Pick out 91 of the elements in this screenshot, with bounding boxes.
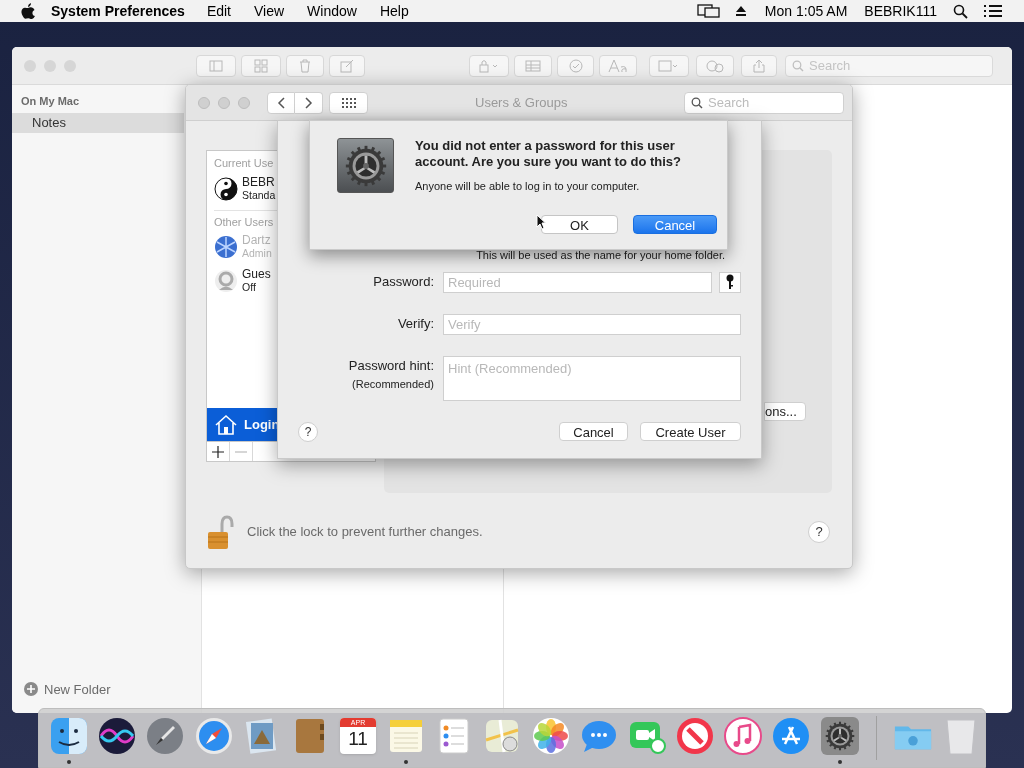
alert-message: Anyone will be able to log in to your computer. (415, 179, 641, 194)
menu-clock[interactable]: Mon 1:05 AM (764, 0, 848, 22)
alert-button[interactable]: OK (541, 214, 618, 234)
show-all-button[interactable] (329, 91, 368, 114)
list-section-header: Current Use (214, 156, 275, 171)
alert-button[interactable]: Cancel (633, 214, 717, 234)
lock-button[interactable] (469, 54, 509, 77)
image-icon (658, 58, 680, 73)
trash-icon (299, 58, 311, 73)
house-icon (214, 412, 238, 437)
key-icon (726, 274, 734, 290)
open-padlock-icon (206, 515, 234, 551)
lock-status-text: Click the lock to prevent further changes. (247, 523, 483, 542)
chevron-left-icon (277, 96, 285, 109)
share-icon (753, 58, 765, 73)
lock-button[interactable] (206, 513, 234, 551)
menu-item[interactable]: View (254, 0, 285, 22)
share-button[interactable] (741, 54, 777, 77)
delete-button[interactable] (286, 54, 324, 77)
user-name[interactable]: BEBRIK111 (864, 0, 937, 22)
window-control-icon[interactable] (238, 96, 250, 109)
search-icon (691, 96, 703, 109)
sidebar-section-header: On My Mac (21, 94, 81, 109)
collaborate-button[interactable] (696, 54, 734, 77)
window-control-icon[interactable] (198, 96, 210, 109)
people-icon (705, 58, 725, 73)
menu-item[interactable]: System Preferences (51, 0, 185, 22)
media-button[interactable] (649, 54, 689, 77)
app-store-icon[interactable] (771, 716, 812, 756)
sidebar-toggle-button[interactable] (196, 54, 236, 77)
user-name: BEBR (242, 175, 276, 189)
orb-icon[interactable] (97, 716, 138, 756)
sheet-button[interactable]: Cancel (559, 422, 628, 441)
plus-icon (212, 445, 224, 458)
compass-icon[interactable] (193, 716, 234, 756)
search-icon[interactable] (953, 3, 968, 19)
user-role: Admin (242, 247, 272, 260)
display-mirroring-icon[interactable] (696, 3, 721, 19)
field-label: Password hint: (348, 356, 434, 375)
options-button[interactable]: ons... (764, 402, 806, 421)
menu-item[interactable]: Edit (206, 0, 231, 22)
user-name: Gues (242, 268, 271, 281)
calendar-day: 11 (348, 727, 368, 751)
password-assistant-button[interactable] (719, 271, 741, 293)
flower-icon[interactable] (530, 716, 571, 756)
music-note-icon[interactable] (723, 716, 764, 756)
list-icon[interactable] (984, 4, 1002, 18)
sidebar-icon (209, 59, 223, 72)
person-silhouette-icon (214, 269, 238, 293)
help-button[interactable]: ? (808, 521, 830, 543)
field-sublabel: (Recommended) (352, 376, 434, 392)
smiling-face-icon[interactable] (49, 716, 90, 756)
plus-icon (24, 682, 38, 697)
compose-button[interactable] (329, 54, 365, 77)
forward-button[interactable] (295, 91, 323, 114)
gallery-view-button[interactable] (241, 54, 281, 77)
table-icon (525, 59, 541, 72)
user-role: Standa (242, 188, 276, 202)
mouse-pointer-icon (536, 214, 546, 230)
news-icon[interactable] (675, 716, 716, 756)
compose-icon (340, 58, 354, 73)
search-icon (792, 59, 804, 72)
checkmark-circle-icon (568, 58, 583, 73)
help-button[interactable]: ? (298, 421, 318, 442)
checklist-button[interactable] (557, 54, 594, 77)
snowflake-avatar-icon (214, 235, 238, 259)
sidebar-item[interactable]: Notes (12, 112, 184, 133)
text-format-icon (608, 58, 628, 73)
field-label: Verify: (397, 314, 434, 333)
table-button[interactable] (514, 54, 552, 77)
menu-item[interactable]: Help (379, 0, 409, 22)
new-folder-button[interactable]: New Folder (24, 679, 201, 699)
alert-title: You did not enter a password for this user account. Are you sure you want to do this? (415, 138, 683, 170)
home-folder-hint: This will be used as the name for your home folder. (476, 248, 725, 263)
menu-item[interactable]: Window (307, 0, 357, 22)
apple-logo-icon[interactable] (21, 3, 35, 19)
grid-icon (254, 58, 268, 73)
window-title: Users & Groups (475, 93, 568, 112)
back-button[interactable] (267, 91, 295, 114)
user-role: Off (242, 281, 257, 294)
sheet-button[interactable]: Create User (640, 422, 741, 441)
window-control-icon[interactable] (218, 96, 230, 109)
field-label: Password: (373, 272, 434, 291)
yin-yang-icon (214, 176, 238, 201)
eject-icon[interactable] (734, 5, 747, 17)
chevron-right-icon (304, 96, 313, 109)
grid-icon (341, 97, 356, 108)
padlock-icon (478, 58, 500, 73)
settings-icon[interactable] (820, 717, 859, 755)
user-name: Dartz (242, 234, 272, 247)
format-button[interactable] (599, 54, 637, 77)
